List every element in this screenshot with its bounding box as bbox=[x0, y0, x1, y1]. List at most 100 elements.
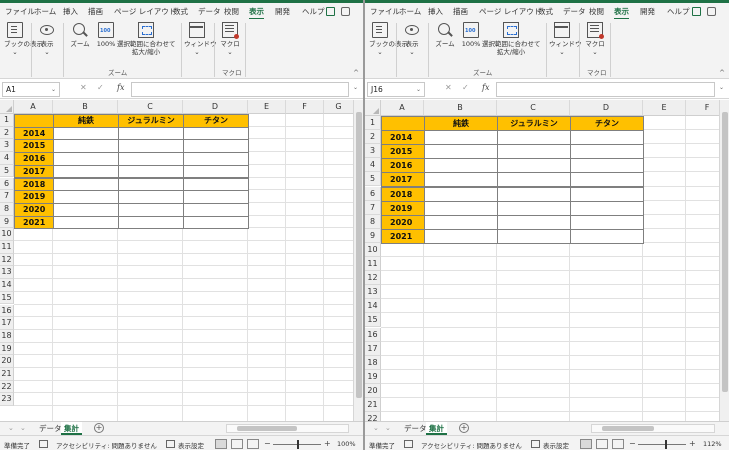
table-header-cell[interactable]: 純鉄 bbox=[424, 116, 498, 132]
menu-tab-0[interactable]: ファイル bbox=[370, 6, 400, 17]
zoom-out-button[interactable]: − bbox=[264, 439, 271, 448]
year-cell[interactable]: 2015 bbox=[14, 139, 54, 154]
table-data-cell[interactable] bbox=[570, 228, 644, 244]
accessibility-status[interactable]: アクセシビリティ: 問題ありません bbox=[421, 440, 522, 450]
year-cell[interactable]: 2021 bbox=[14, 215, 54, 230]
table-data-cell[interactable] bbox=[424, 186, 498, 202]
window-button[interactable]: ウィンドウ ⌄ bbox=[184, 22, 217, 56]
table-data-cell[interactable] bbox=[497, 144, 571, 160]
sheet-tab-summary[interactable]: 集計 bbox=[426, 422, 447, 435]
table-header-cell[interactable]: 純鉄 bbox=[53, 114, 119, 128]
page-break-view-button[interactable] bbox=[247, 439, 259, 449]
row-header-7[interactable]: 7 bbox=[0, 190, 14, 203]
menu-tab-9[interactable]: 開発 bbox=[640, 6, 655, 17]
row-header-9[interactable]: 9 bbox=[0, 215, 14, 229]
table-data-cell[interactable] bbox=[424, 158, 498, 174]
normal-view-button[interactable] bbox=[215, 439, 227, 449]
row-header-11[interactable]: 11 bbox=[365, 257, 381, 272]
vertical-scroll-thumb[interactable] bbox=[356, 112, 362, 398]
column-header-B[interactable]: B bbox=[53, 100, 118, 114]
insert-function-icon[interactable]: fx bbox=[117, 83, 124, 92]
zoom-in-button[interactable]: + bbox=[324, 439, 331, 448]
row-header-23[interactable]: 23 bbox=[0, 393, 14, 407]
table-data-cell[interactable] bbox=[424, 144, 498, 160]
table-data-cell[interactable] bbox=[570, 172, 644, 188]
row-header-1[interactable]: 1 bbox=[0, 114, 14, 127]
year-cell[interactable]: 2018 bbox=[381, 186, 425, 202]
table-data-cell[interactable] bbox=[53, 164, 119, 179]
row-header-6[interactable]: 6 bbox=[365, 186, 381, 201]
share-icon[interactable] bbox=[326, 7, 335, 16]
table-data-cell[interactable] bbox=[183, 164, 249, 179]
year-cell[interactable]: 2015 bbox=[381, 144, 425, 160]
table-data-cell[interactable] bbox=[118, 139, 184, 154]
table-data-cell[interactable] bbox=[497, 228, 571, 244]
column-header-G[interactable]: G bbox=[324, 100, 353, 114]
row-header-14[interactable]: 14 bbox=[365, 299, 381, 314]
zoom-slider-track[interactable] bbox=[638, 444, 686, 445]
zoom-slider-thumb[interactable] bbox=[297, 440, 299, 449]
normal-view-button[interactable] bbox=[580, 439, 592, 449]
row-header-10[interactable]: 10 bbox=[365, 242, 381, 257]
row-header-2[interactable]: 2 bbox=[365, 130, 381, 145]
row-header-17[interactable]: 17 bbox=[365, 341, 381, 356]
year-cell[interactable]: 2021 bbox=[381, 228, 425, 244]
column-header-D[interactable]: D bbox=[570, 100, 643, 116]
menu-tab-4[interactable]: ページ レイアウト bbox=[479, 6, 541, 17]
row-header-19[interactable]: 19 bbox=[0, 342, 14, 356]
table-data-cell[interactable] bbox=[118, 202, 184, 217]
table-data-cell[interactable] bbox=[497, 172, 571, 188]
table-data-cell[interactable] bbox=[424, 214, 498, 230]
cancel-icon[interactable]: ✕ bbox=[445, 83, 452, 92]
menu-tab-10[interactable]: ヘルプ bbox=[667, 6, 690, 17]
table-data-cell[interactable] bbox=[570, 214, 644, 230]
display-settings-icon[interactable] bbox=[531, 440, 540, 448]
name-box[interactable]: A1 ⌄ bbox=[2, 82, 60, 97]
table-data-cell[interactable] bbox=[183, 215, 249, 230]
row-header-21[interactable]: 21 bbox=[0, 368, 14, 381]
table-header-cell[interactable]: ジュラルミン bbox=[118, 114, 184, 128]
table-data-cell[interactable] bbox=[497, 214, 571, 230]
menu-tab-10[interactable]: ヘルプ bbox=[302, 6, 325, 17]
table-data-cell[interactable] bbox=[183, 152, 249, 166]
table-data-cell[interactable] bbox=[570, 144, 644, 160]
table-header-cell[interactable]: チタン bbox=[183, 114, 249, 128]
zoom-100-button[interactable]: 100% bbox=[460, 22, 482, 48]
window-button[interactable]: ウィンドウ ⌄ bbox=[549, 22, 582, 56]
row-header-1[interactable]: 1 bbox=[365, 116, 381, 131]
display-settings-icon[interactable] bbox=[166, 440, 175, 448]
column-header-E[interactable]: E bbox=[248, 100, 286, 114]
year-cell[interactable]: 2016 bbox=[381, 158, 425, 174]
row-header-16[interactable]: 16 bbox=[0, 304, 14, 318]
sheet-nav-prev-icon[interactable]: ⌄ bbox=[373, 424, 379, 432]
menu-tab-7[interactable]: 校閲 bbox=[224, 6, 239, 17]
table-data-cell[interactable] bbox=[183, 190, 249, 204]
display-button[interactable]: 表示 ⌄ bbox=[36, 22, 58, 56]
row-header-5[interactable]: 5 bbox=[365, 172, 381, 187]
horizontal-scroll-thumb[interactable] bbox=[237, 426, 297, 431]
year-cell[interactable]: 2019 bbox=[381, 200, 425, 216]
book-view-button[interactable]: ブックの表示 ⌄ bbox=[4, 22, 43, 56]
sheet-nav-next-icon[interactable]: ⌄ bbox=[20, 424, 26, 432]
zoom-to-selection-button[interactable]: 選択範囲に合わせて 拡大/縮小 bbox=[482, 22, 541, 56]
menu-tab-5[interactable]: 数式 bbox=[173, 6, 188, 17]
year-cell[interactable]: 2018 bbox=[14, 177, 54, 192]
row-header-12[interactable]: 12 bbox=[365, 271, 381, 286]
row-header-14[interactable]: 14 bbox=[0, 279, 14, 292]
name-box-dropdown-icon[interactable]: ⌄ bbox=[416, 83, 421, 96]
row-header-11[interactable]: 11 bbox=[0, 241, 14, 254]
table-data-cell[interactable] bbox=[53, 152, 119, 166]
row-header-8[interactable]: 8 bbox=[365, 214, 381, 229]
display-settings-label[interactable]: 表示設定 bbox=[543, 440, 569, 450]
column-header-A[interactable]: A bbox=[14, 100, 53, 114]
table-data-cell[interactable] bbox=[497, 200, 571, 216]
row-header-20[interactable]: 20 bbox=[0, 355, 14, 368]
menu-tab-7[interactable]: 校閲 bbox=[589, 6, 604, 17]
table-data-cell[interactable] bbox=[497, 130, 571, 146]
vertical-scroll-thumb[interactable] bbox=[722, 112, 728, 392]
menu-tab-1[interactable]: ホーム bbox=[34, 6, 56, 17]
zoom-100-button[interactable]: 100% bbox=[95, 22, 117, 48]
table-data-cell[interactable] bbox=[118, 177, 184, 192]
row-header-18[interactable]: 18 bbox=[0, 329, 14, 343]
row-header-21[interactable]: 21 bbox=[365, 398, 381, 413]
